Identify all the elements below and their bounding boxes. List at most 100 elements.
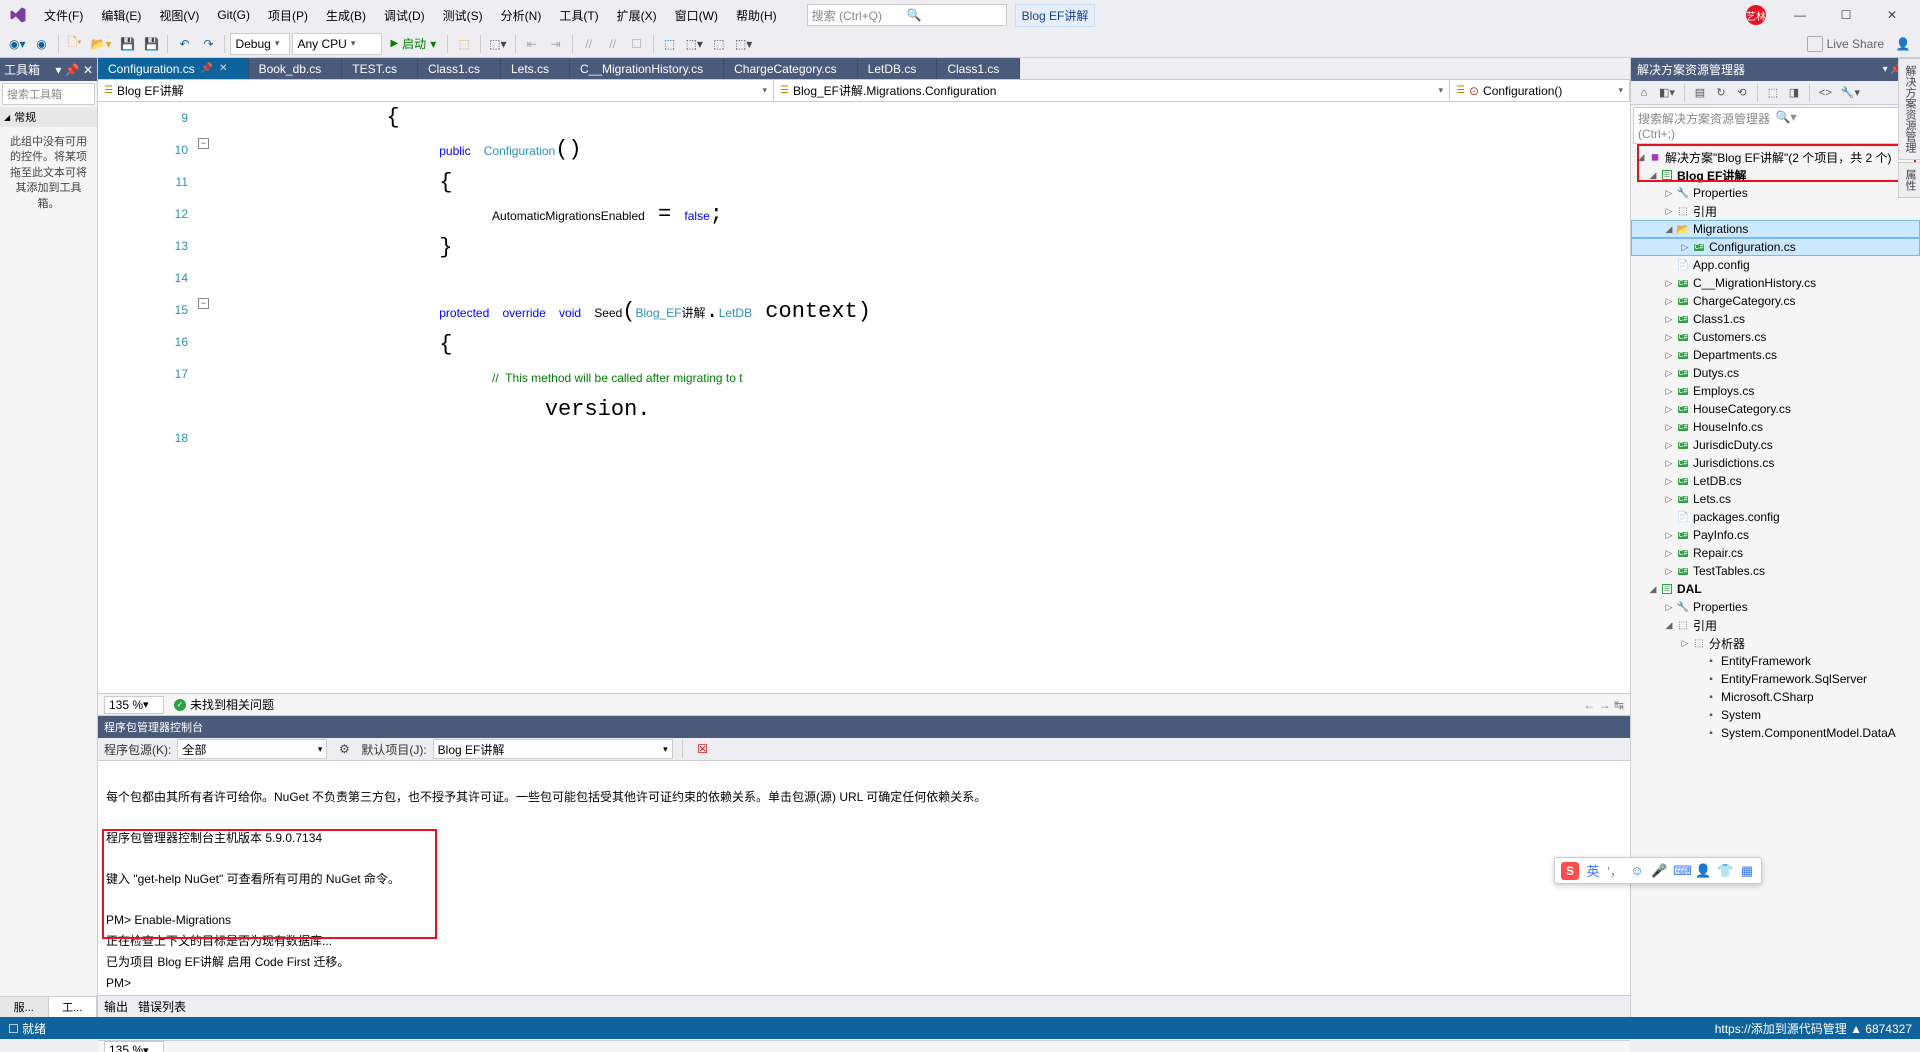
migrations-folder[interactable]: ◢Migrations xyxy=(1631,220,1920,238)
crlf-indicator[interactable]: ← → ↹ xyxy=(1583,698,1624,712)
file-Dutys-cs[interactable]: ▷Dutys.cs xyxy=(1631,364,1920,382)
ime-keyboard[interactable]: ⌨ xyxy=(1673,863,1689,879)
tb-misc3[interactable]: ⬚ xyxy=(659,33,681,55)
code-text[interactable]: { public Configuration() { AutomaticMigr… xyxy=(218,102,1630,693)
proj2-props[interactable]: ▷Properties xyxy=(1631,598,1920,616)
se-wrench-button[interactable]: 🔧▾ xyxy=(1838,84,1863,102)
tb-misc2[interactable]: ⬚▾ xyxy=(486,33,509,55)
menu-build[interactable]: 生成(B) xyxy=(318,3,374,28)
se-props-button[interactable]: ⬚ xyxy=(1764,84,1782,102)
file-Class1-cs[interactable]: ▷Class1.cs xyxy=(1631,310,1920,328)
solexp-search[interactable]: 搜索解决方案资源管理器(Ctrl+;)🔍▾ xyxy=(1633,107,1918,144)
config-cs-file[interactable]: ▷Configuration.cs xyxy=(1631,238,1920,256)
ime-comma[interactable]: '， xyxy=(1607,861,1623,880)
tb-comment[interactable]: // xyxy=(578,33,600,55)
proj2-refs[interactable]: ◢引用 xyxy=(1631,616,1920,634)
platform-dropdown[interactable]: Any CPU xyxy=(292,33,382,55)
tb-indent-inc[interactable]: ⇥ xyxy=(545,33,567,55)
tab-chargecat[interactable]: ChargeCategory.cs xyxy=(724,58,858,79)
file-Repair-cs[interactable]: ▷Repair.cs xyxy=(1631,544,1920,562)
nav-project-drop[interactable]: Blog EF讲解▾ xyxy=(98,80,774,101)
pmc-def-drop[interactable]: Blog EF讲解 xyxy=(433,739,673,759)
status-right[interactable]: https://添加到源代码管理 ▲ 6874327 xyxy=(1715,1020,1912,1037)
pmc-src-drop[interactable]: 全部 xyxy=(177,739,327,759)
asm-EntityFramework[interactable]: EntityFramework xyxy=(1631,652,1920,670)
tb-indent-dec[interactable]: ⇤ xyxy=(521,33,543,55)
menu-test[interactable]: 测试(S) xyxy=(435,3,491,28)
se-home-button[interactable]: ⌂ xyxy=(1635,84,1653,102)
ime-skin[interactable]: 👕 xyxy=(1717,863,1733,879)
redo-button[interactable]: ↷ xyxy=(197,33,219,55)
asm-EntityFramework.SqlServer[interactable]: EntityFramework.SqlServer xyxy=(1631,670,1920,688)
file-LetDB-cs[interactable]: ▷LetDB.cs xyxy=(1631,472,1920,490)
minimize-button[interactable]: — xyxy=(1778,1,1822,29)
refs-node[interactable]: ▷引用 xyxy=(1631,202,1920,220)
pmc-settings-button[interactable]: ⚙ xyxy=(333,738,355,760)
tab-bookdb[interactable]: Book_db.cs xyxy=(249,58,343,79)
pmc-output[interactable]: 每个包都由其所有者许可给你。NuGet 不负责第三方包，也不授予其许可证。一些包… xyxy=(98,761,1630,1040)
proj1-node[interactable]: ◢Blog EF讲解 xyxy=(1631,166,1920,184)
tb-uncomment[interactable]: // xyxy=(602,33,624,55)
global-search[interactable]: 搜索 (Ctrl+Q)🔍 xyxy=(807,4,1007,26)
file-C__MigrationHistory-cs[interactable]: ▷C__MigrationHistory.cs xyxy=(1631,274,1920,292)
menu-git[interactable]: Git(G) xyxy=(209,4,258,26)
proj2-node[interactable]: ◢DAL xyxy=(1631,580,1920,598)
file-HouseInfo-cs[interactable]: ▷HouseInfo.cs xyxy=(1631,418,1920,436)
editor-zoom[interactable]: 135 % ▾ xyxy=(104,696,164,714)
pmc-clear-button[interactable]: ☒ xyxy=(692,738,714,760)
file-ChargeCategory-cs[interactable]: ▷ChargeCategory.cs xyxy=(1631,292,1920,310)
menu-debug[interactable]: 调试(D) xyxy=(376,3,433,28)
user-badge[interactable]: 艺林 xyxy=(1746,5,1766,25)
menu-ext[interactable]: 扩展(X) xyxy=(609,3,665,28)
se-code-button[interactable]: <> xyxy=(1816,84,1835,102)
file-TestTables-cs[interactable]: ▷TestTables.cs xyxy=(1631,562,1920,580)
solution-name-button[interactable]: Blog EF讲解 xyxy=(1015,4,1096,27)
rail-solexp[interactable]: 解决方案资源管理 xyxy=(1898,58,1920,160)
se-preview-button[interactable]: ◨ xyxy=(1785,84,1803,102)
props-node[interactable]: ▷Properties xyxy=(1631,184,1920,202)
tb-bookmark[interactable]: ☐ xyxy=(626,33,648,55)
asm-System.ComponentModel.DataA[interactable]: System.ComponentModel.DataA xyxy=(1631,724,1920,742)
tab-class1b[interactable]: Class1.cs xyxy=(937,58,1020,79)
menu-project[interactable]: 项目(P) xyxy=(260,3,316,28)
menu-edit[interactable]: 编辑(E) xyxy=(93,3,149,28)
tab-configuration[interactable]: Configuration.cs📌✕ xyxy=(98,58,249,79)
tab-class1a[interactable]: Class1.cs xyxy=(418,58,501,79)
file-JurisdicDuty-cs[interactable]: ▷JurisdicDuty.cs xyxy=(1631,436,1920,454)
menu-help[interactable]: 帮助(H) xyxy=(728,3,785,28)
file-PayInfo-cs[interactable]: ▷PayInfo.cs xyxy=(1631,526,1920,544)
new-file-button[interactable]: 🗋▾ xyxy=(64,33,86,55)
save-button[interactable]: 💾 xyxy=(116,33,138,55)
ime-emoji[interactable]: ☺ xyxy=(1629,863,1645,878)
tab-mighist[interactable]: C__MigrationHistory.cs xyxy=(570,58,724,79)
file-packages-config[interactable]: packages.config xyxy=(1631,508,1920,526)
ime-person[interactable]: 👤 xyxy=(1695,863,1711,879)
undo-button[interactable]: ↶ xyxy=(173,33,195,55)
start-debug-button[interactable]: 启动 ▾ xyxy=(384,33,442,55)
rail-properties[interactable]: 属性 xyxy=(1898,162,1920,198)
close-button[interactable]: ✕ xyxy=(1870,1,1914,29)
ime-floating-bar[interactable]: S 英 '， ☺ 🎤 ⌨ 👤 👕 ▦ xyxy=(1554,857,1762,884)
tab-letdb[interactable]: LetDB.cs xyxy=(858,58,938,79)
toolbox-search[interactable]: 搜索工具箱 xyxy=(2,83,95,105)
file-Departments-cs[interactable]: ▷Departments.cs xyxy=(1631,346,1920,364)
file-Lets-cs[interactable]: ▷Lets.cs xyxy=(1631,490,1920,508)
tb-misc6[interactable]: ⬚▾ xyxy=(732,33,755,55)
menu-file[interactable]: 文件(F) xyxy=(36,3,91,28)
menu-tools[interactable]: 工具(T) xyxy=(551,3,606,28)
toolbox-tab-server[interactable]: 服... xyxy=(0,997,49,1017)
nav-member-drop[interactable]: ⊙Configuration()▾ xyxy=(1450,80,1630,101)
maximize-button[interactable]: ☐ xyxy=(1824,1,1868,29)
tab-test[interactable]: TEST.cs xyxy=(342,58,418,79)
code-editor[interactable]: 91011121314151617 18 − − { public Config… xyxy=(98,102,1630,693)
pmc-zoom[interactable]: 135 % ▾ xyxy=(104,1041,164,1052)
se-collapse-button[interactable]: ◧▾ xyxy=(1656,84,1678,102)
asm-Microsoft.CSharp[interactable]: Microsoft.CSharp xyxy=(1631,688,1920,706)
nav-class-drop[interactable]: Blog_EF讲解.Migrations.Configuration▾ xyxy=(774,80,1450,101)
sln-node[interactable]: ◢解决方案"Blog EF讲解"(2 个项目，共 2 个) xyxy=(1631,148,1920,166)
se-sync-button[interactable]: ⟲ xyxy=(1733,84,1751,102)
tb-misc4[interactable]: ⬚▾ xyxy=(683,33,706,55)
asm-System[interactable]: System xyxy=(1631,706,1920,724)
menu-window[interactable]: 窗口(W) xyxy=(667,3,726,28)
save-all-button[interactable]: 💾 xyxy=(140,33,162,55)
